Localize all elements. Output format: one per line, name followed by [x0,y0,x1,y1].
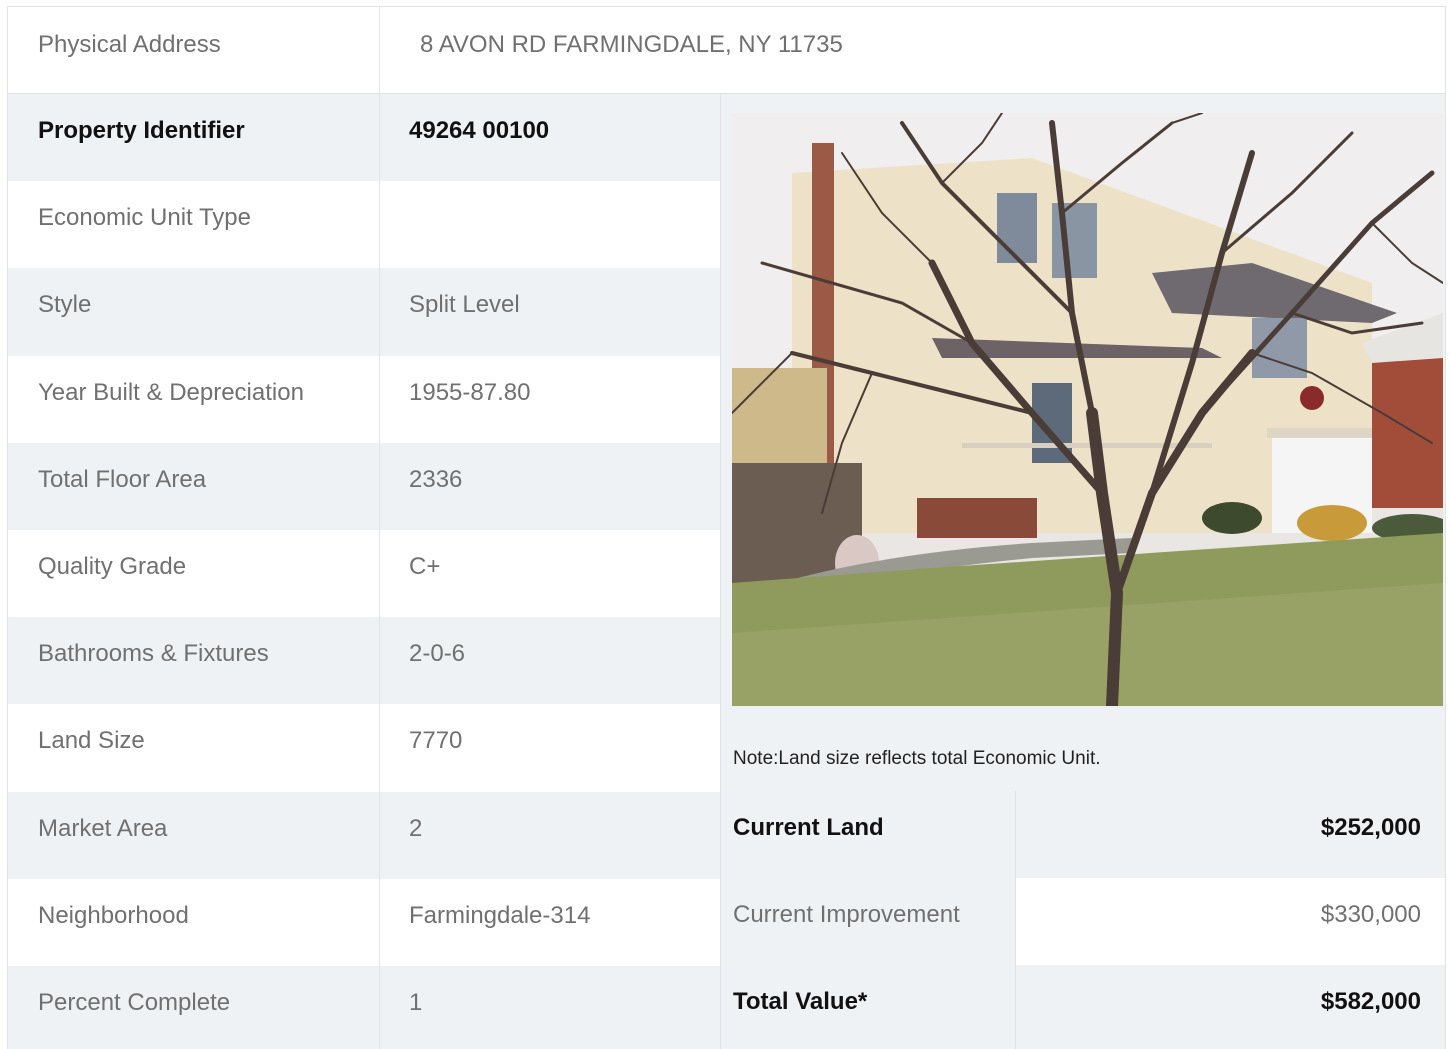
detail-value: Farmingdale-314 [409,902,591,929]
detail-label-cell: Bathrooms & Fixtures [8,617,379,704]
detail-value-cell: 2-0-6 [380,617,720,704]
detail-value-cell: 49264 00100 [380,94,720,181]
detail-label: Total Floor Area [38,466,207,493]
detail-value: 1955-87.80 [409,379,531,406]
detail-label-cell: Total Floor Area [8,443,379,530]
land-size-note: Note:Land size reflects total Economic U… [733,748,1101,769]
valuation-label: Total Value* [733,988,868,1015]
detail-value-cell: Farmingdale-314 [380,879,720,966]
detail-label: Quality Grade [38,553,187,580]
detail-label: Market Area [38,815,168,842]
detail-value-cell: Split Level [380,268,720,356]
detail-value: 2 [409,815,423,842]
house-image [732,113,1443,706]
valuation-value: $252,000 [1320,814,1421,841]
detail-label: Neighborhood [38,902,189,929]
detail-label: Percent Complete [38,989,231,1016]
valuation-value-cell: $582,000 [1016,965,1445,1049]
detail-value-cell: 2336 [380,443,720,530]
detail-label: Economic Unit Type [38,204,251,231]
detail-label-cell: Neighborhood [8,879,379,966]
address-label-cell: Physical Address [8,7,379,93]
detail-label-cell: Style [8,268,379,356]
address-value-cell: 8 AVON RD FARMINGDALE, NY 11735 [380,7,1445,93]
detail-label-cell: Economic Unit Type [8,181,379,268]
valuation-label-cell: Current Improvement [721,878,1015,965]
detail-label: Year Built & Depreciation [38,379,304,406]
detail-value: C+ [409,553,441,580]
valuation-value-cell: $252,000 [1016,791,1445,878]
detail-value: 2336 [409,466,463,493]
detail-value: 7770 [409,727,463,754]
detail-label-cell: Property Identifier [8,94,379,181]
valuation-label-cell: Total Value* [721,965,1015,1049]
detail-value-cell: 2 [380,792,720,879]
valuation-value-cell: $330,000 [1016,878,1445,965]
detail-value-cell: 7770 [380,704,720,792]
detail-value: Split Level [409,291,520,318]
detail-value: 2-0-6 [409,640,466,667]
valuation-label: Current Land [733,814,884,841]
detail-value: 49264 00100 [409,117,550,144]
address-label: Physical Address [38,31,221,58]
valuation-value: $330,000 [1320,901,1421,928]
detail-label: Property Identifier [38,117,245,144]
detail-value: 1 [409,989,423,1016]
detail-label-cell: Land Size [8,704,379,792]
valuation-label: Current Improvement [733,901,960,928]
detail-label-cell: Year Built & Depreciation [8,356,379,443]
detail-label-cell: Percent Complete [8,966,379,1049]
valuation-label-cell: Current Land [721,791,1015,878]
detail-label: Style [38,291,92,318]
property-photo [732,113,1443,706]
detail-label: Bathrooms & Fixtures [38,640,269,667]
detail-label-cell: Market Area [8,792,379,879]
detail-label: Land Size [38,727,145,754]
detail-label-cell: Quality Grade [8,530,379,617]
valuation-value: $582,000 [1320,988,1421,1015]
detail-value-cell: 1955-87.80 [380,356,720,443]
address-value: 8 AVON RD FARMINGDALE, NY 11735 [420,31,843,58]
detail-value-cell [380,181,720,268]
detail-value-cell: 1 [380,966,720,1049]
detail-value-cell: C+ [380,530,720,617]
